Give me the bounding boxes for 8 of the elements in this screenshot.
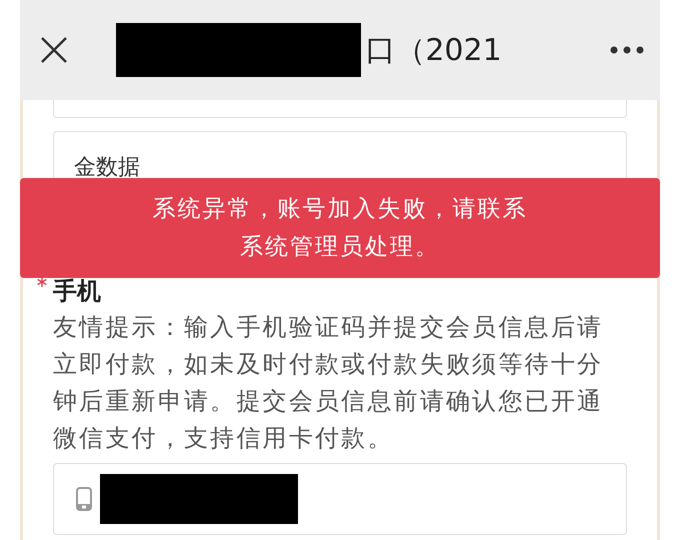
phone-input-field[interactable] — [53, 463, 627, 535]
more-icon[interactable] — [610, 46, 644, 54]
field-label: 手机 — [53, 276, 101, 307]
page-title: 口（2021 — [365, 32, 502, 70]
input-field[interactable] — [53, 100, 627, 118]
phone-icon — [76, 487, 92, 511]
close-icon[interactable] — [40, 36, 68, 64]
hint-text: 友情提示：输入手机验证码并提交会员信息后请立即付款，如未及时付款或付款失败须等待十分钟后重新申请。提交会员信息前请确认您已开通微信支付，支持信用卡付款。 — [53, 312, 604, 454]
